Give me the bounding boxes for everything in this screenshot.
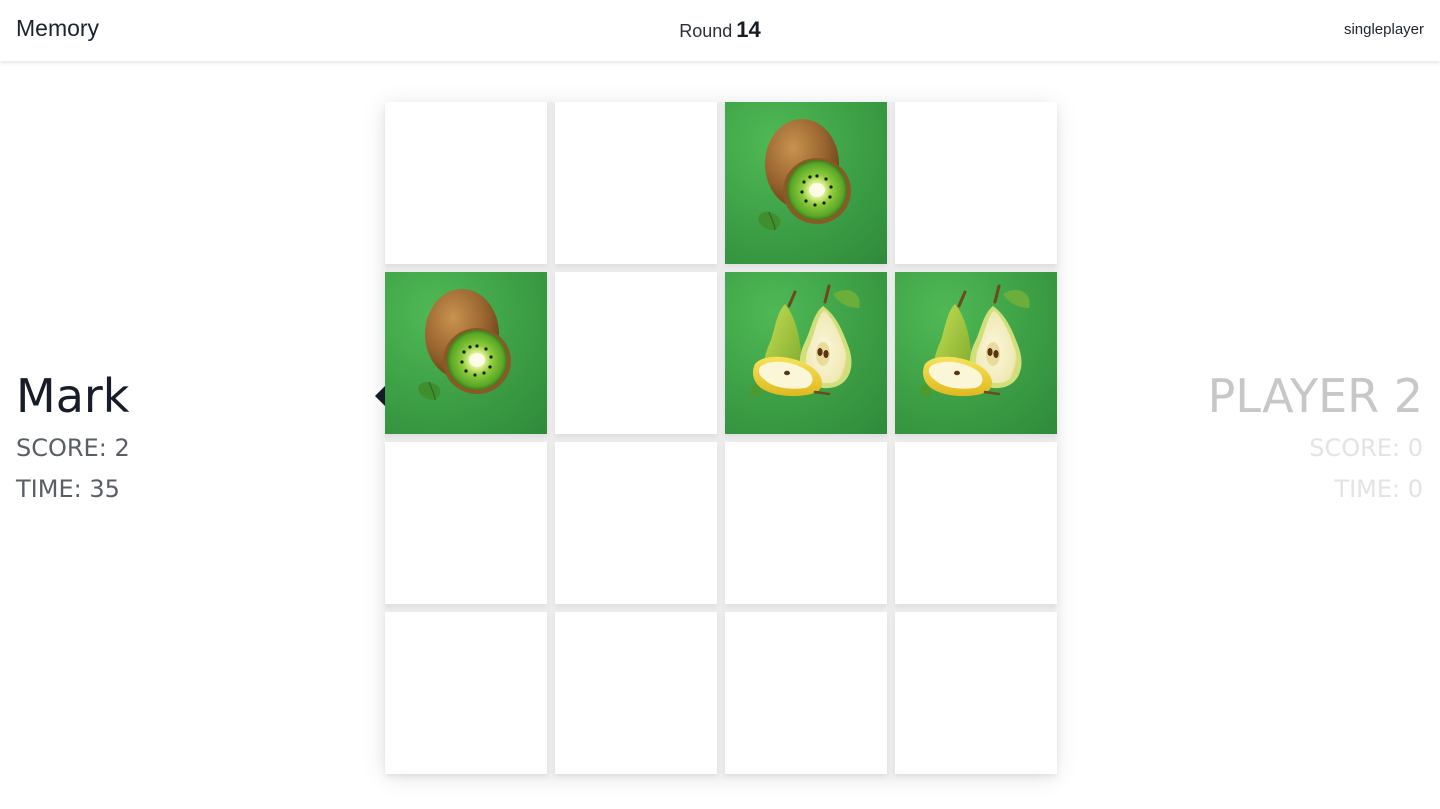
round-label: Round: [679, 21, 733, 41]
pear-icon: [725, 272, 887, 434]
game-board: [385, 102, 1057, 774]
game-mode-label[interactable]: singleplayer: [1344, 21, 1424, 38]
player-2-name: PLAYER 2: [1207, 369, 1423, 423]
memory-card[interactable]: [895, 612, 1057, 774]
memory-card[interactable]: [555, 102, 717, 264]
memory-card[interactable]: [725, 612, 887, 774]
top-bar: Memory Round 14 singleplayer: [0, 0, 1440, 61]
round-number: 14: [736, 17, 761, 42]
memory-card[interactable]: [725, 442, 887, 604]
memory-card[interactable]: [385, 612, 547, 774]
memory-card[interactable]: [385, 272, 547, 434]
memory-card[interactable]: [555, 612, 717, 774]
player-2-score: SCORE: 0: [1309, 434, 1423, 462]
pear-icon: [895, 272, 1057, 434]
memory-card[interactable]: [385, 442, 547, 604]
player-1-panel: Mark SCORE: 2 TIME: 35: [16, 366, 130, 503]
memory-card[interactable]: [895, 442, 1057, 604]
current-turn-arrow-icon: [375, 386, 385, 406]
memory-card[interactable]: [725, 102, 887, 264]
player-2-panel: PLAYER 2 SCORE: 0 TIME: 0: [1208, 366, 1423, 503]
kiwi-icon: [725, 102, 887, 264]
round-indicator: Round 14: [0, 17, 1440, 43]
player-1-time: TIME: 35: [16, 475, 120, 503]
player-1-score: SCORE: 2: [16, 434, 130, 462]
memory-card[interactable]: [895, 272, 1057, 434]
memory-card[interactable]: [555, 442, 717, 604]
memory-card[interactable]: [555, 272, 717, 434]
memory-card[interactable]: [895, 102, 1057, 264]
player-2-time: TIME: 0: [1334, 475, 1423, 503]
memory-card[interactable]: [725, 272, 887, 434]
player-1-name: Mark: [16, 369, 130, 423]
memory-card[interactable]: [385, 102, 547, 264]
kiwi-icon: [385, 272, 547, 434]
